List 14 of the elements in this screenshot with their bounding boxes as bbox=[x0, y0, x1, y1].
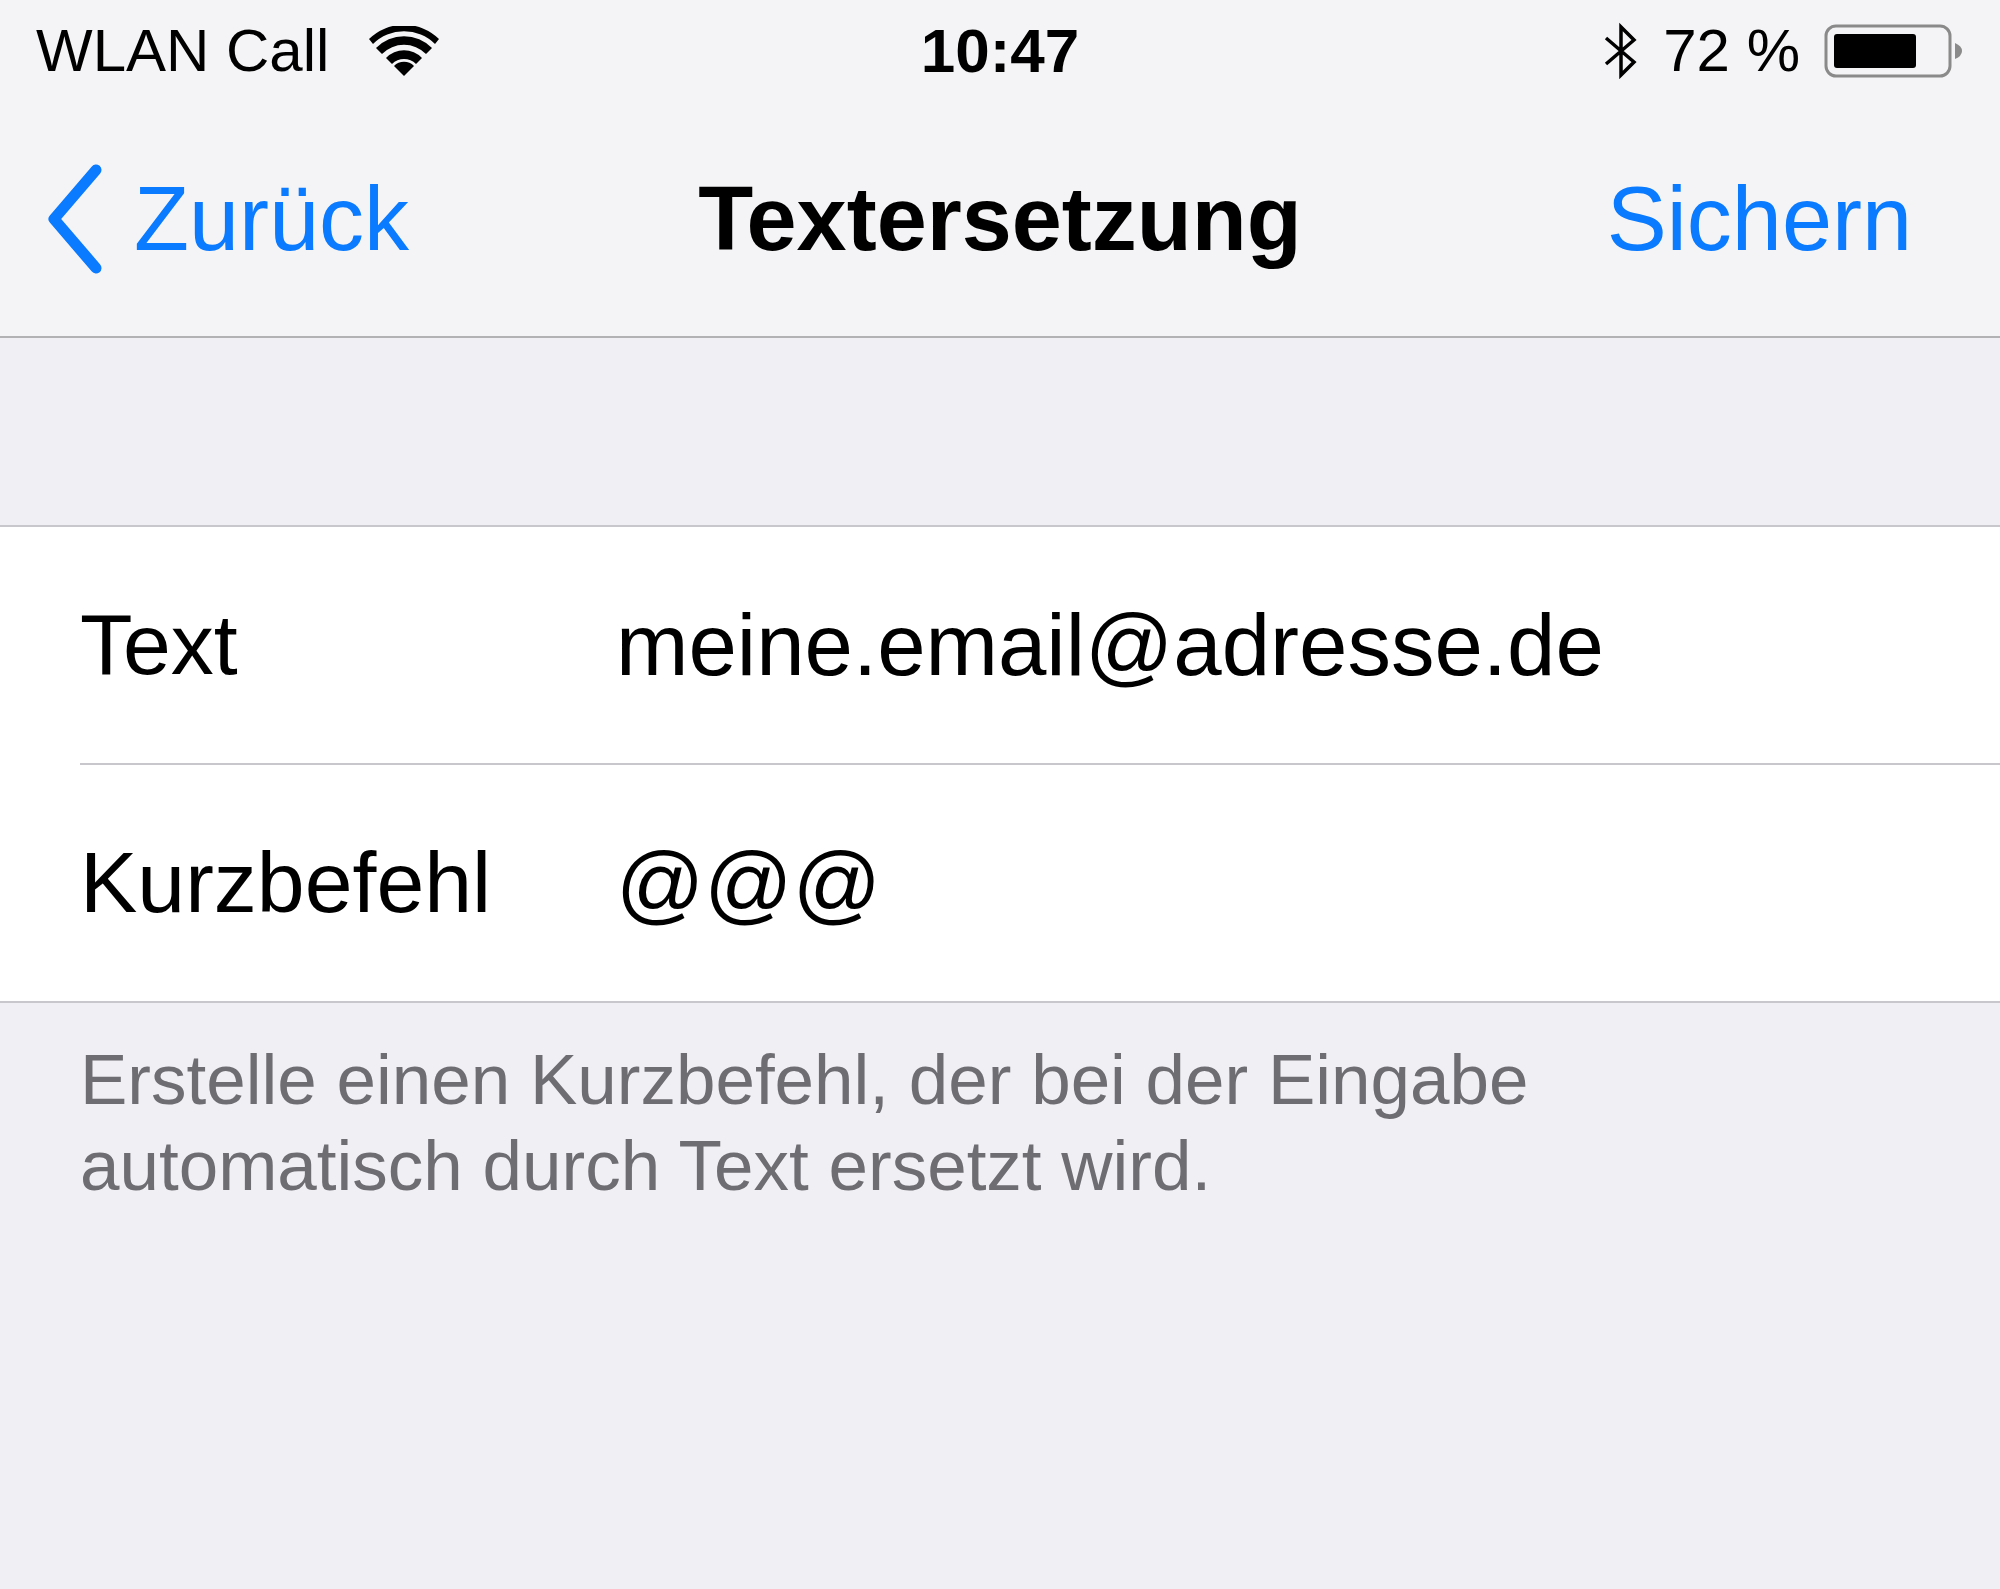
field-label: Kurzbefehl bbox=[80, 833, 493, 933]
status-time: 10:47 bbox=[920, 14, 1080, 87]
battery-percentage: 72 % bbox=[1663, 16, 1800, 86]
wifi-icon bbox=[369, 26, 440, 76]
field-label: Text bbox=[80, 595, 239, 695]
chevron-left-icon bbox=[46, 164, 104, 274]
back-button[interactable]: Zurück bbox=[46, 164, 410, 274]
footer-hint: Erstelle einen Kurzbefehl, der bei der Eingabe automatisch durch Text ersetzt wird. bbox=[80, 1039, 1530, 1207]
battery-icon bbox=[1824, 24, 1964, 78]
carrier-name: WLAN Call bbox=[36, 16, 330, 86]
save-button[interactable]: Sichern bbox=[1606, 165, 1912, 273]
text-input-field[interactable]: meine.email@adresse.de bbox=[616, 592, 2000, 698]
text-input-field[interactable]: @@@ bbox=[616, 830, 2000, 936]
page-title: Textersetzung bbox=[698, 167, 1302, 271]
